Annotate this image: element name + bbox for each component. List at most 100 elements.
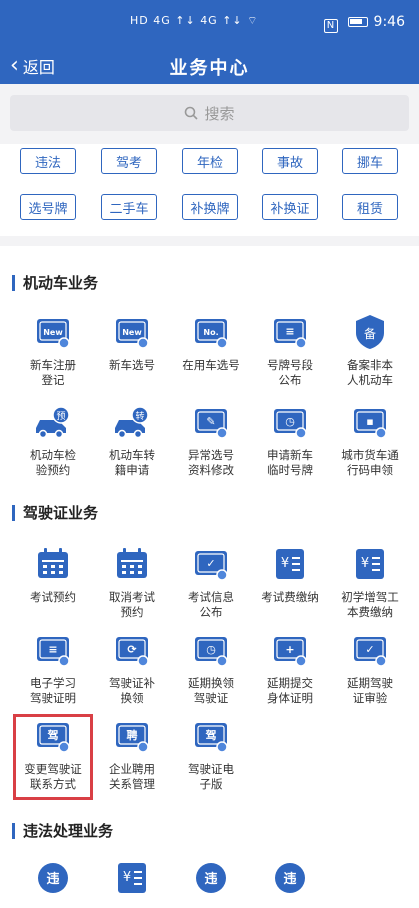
service-item-label: 新车选号 bbox=[109, 358, 155, 372]
network-indicators: HD 4G ↑↓ 4G ↑↓ ⌔ bbox=[130, 14, 259, 27]
fee-icon: ¥ bbox=[276, 549, 304, 579]
svg-text:驾: 驾 bbox=[205, 728, 217, 742]
health-delay-icon: + bbox=[274, 637, 307, 667]
chip-violation[interactable]: 违法 bbox=[20, 148, 76, 174]
employ-icon: 聘 bbox=[116, 723, 149, 753]
divider bbox=[0, 236, 419, 246]
violation-report-icon: 违 bbox=[275, 863, 305, 893]
service-item[interactable]: ▪ 城市货车通 行码申领 bbox=[330, 402, 410, 478]
service-item-label: 申请新车 临时号牌 bbox=[267, 448, 313, 477]
chip-accident[interactable]: 事故 bbox=[262, 148, 318, 174]
svg-text:◷: ◷ bbox=[206, 643, 216, 656]
service-item[interactable]: ≡ 电子学习 驾驶证明 bbox=[13, 630, 93, 706]
chip-select-plate[interactable]: 选号牌 bbox=[20, 194, 76, 220]
chip-replace-plate[interactable]: 补换牌 bbox=[182, 194, 238, 220]
search-input[interactable]: 搜索 bbox=[10, 95, 409, 131]
svg-text:✎: ✎ bbox=[206, 415, 215, 428]
chip-move-car[interactable]: 挪车 bbox=[342, 148, 398, 174]
svg-text:✓: ✓ bbox=[206, 557, 215, 570]
svg-text:违: 违 bbox=[46, 871, 59, 887]
service-item-label: 在用车选号 bbox=[182, 358, 240, 372]
section-title-vehicle: 机动车业务 bbox=[12, 272, 98, 293]
section-title-text: 驾驶证业务 bbox=[23, 504, 99, 522]
service-item[interactable]: 预机动车检 验预约 bbox=[13, 402, 93, 478]
service-item[interactable]: ⟳ 驾驶证补 换领 bbox=[92, 630, 172, 706]
service-item[interactable]: 违 bbox=[13, 858, 93, 904]
service-item[interactable]: ✓ 延期驾驶 证审验 bbox=[330, 630, 410, 706]
service-item[interactable]: New 新车注册 登记 bbox=[13, 312, 93, 388]
no-plate-icon: No. bbox=[195, 319, 228, 349]
chip-used-car[interactable]: 二手车 bbox=[101, 194, 157, 220]
service-item-label: 新车注册 登记 bbox=[30, 358, 76, 387]
e-study-icon: ≡ bbox=[37, 637, 70, 667]
svg-text:▪: ▪ bbox=[366, 415, 373, 428]
service-item-label: 取消考试 预约 bbox=[109, 590, 155, 619]
service-item-label: 延期换领 驾驶证 bbox=[188, 676, 234, 705]
chip-inspection[interactable]: 年检 bbox=[182, 148, 238, 174]
violation-search-icon: 违 bbox=[38, 863, 68, 893]
service-item-label: 考试预约 bbox=[30, 590, 76, 604]
svg-text:≡: ≡ bbox=[48, 643, 57, 656]
service-item[interactable]: ¥ bbox=[92, 858, 172, 904]
service-item[interactable]: ◷ 申请新车 临时号牌 bbox=[250, 402, 330, 478]
service-item-label: 机动车检 验预约 bbox=[30, 448, 76, 477]
service-item-label: 初学增驾工 本费缴纳 bbox=[341, 590, 399, 619]
service-item[interactable]: ¥ 考试费缴纳 bbox=[250, 544, 330, 605]
svg-text:New: New bbox=[122, 328, 142, 337]
svg-text:预: 预 bbox=[56, 411, 65, 422]
license-verify-icon: ✓ bbox=[354, 637, 387, 667]
service-item[interactable]: New 新车选号 bbox=[92, 312, 172, 373]
calendar-icon bbox=[38, 548, 68, 578]
car-check-icon: 预 bbox=[36, 406, 70, 439]
status-right: N 9:46 bbox=[323, 14, 405, 33]
service-item-label: 驾驶证补 换领 bbox=[109, 676, 155, 705]
service-item[interactable]: ≡ 号牌号段 公布 bbox=[250, 312, 330, 388]
svg-text:转: 转 bbox=[135, 410, 144, 422]
svg-text:¥: ¥ bbox=[281, 556, 289, 571]
edit-plate-icon: ✎ bbox=[195, 409, 228, 439]
svg-text:备: 备 bbox=[364, 327, 376, 341]
highlight-box bbox=[13, 714, 93, 800]
service-item[interactable]: ✓ 考试信息 公布 bbox=[171, 544, 251, 620]
violation-handle-icon: 违 bbox=[196, 863, 226, 893]
service-item[interactable]: + 延期提交 身体证明 bbox=[250, 630, 330, 706]
service-item[interactable]: 转机动车转 籍申请 bbox=[92, 402, 172, 478]
service-item[interactable]: ✎ 异常选号 资料修改 bbox=[171, 402, 251, 478]
chip-replace-license[interactable]: 补换证 bbox=[262, 194, 318, 220]
nav-bar: ‹ 返回 业务中心 bbox=[0, 48, 419, 84]
page-title: 业务中心 bbox=[169, 58, 250, 79]
e-license-icon: 驾 bbox=[195, 723, 228, 753]
svg-text:≡: ≡ bbox=[285, 325, 294, 338]
section-title-license: 驾驶证业务 bbox=[12, 502, 98, 523]
service-item[interactable]: 考试预约 bbox=[13, 544, 93, 605]
service-item-label: 延期提交 身体证明 bbox=[267, 676, 313, 705]
service-item[interactable]: 取消考试 预约 bbox=[92, 544, 172, 620]
service-item[interactable]: 驾 驾驶证电 子版 bbox=[171, 716, 251, 792]
service-item[interactable]: ¥ 初学增驾工 本费缴纳 bbox=[330, 544, 410, 620]
license-renew-icon: ⟳ bbox=[116, 637, 149, 667]
section-title-violation: 违法处理业务 bbox=[12, 820, 113, 841]
fine-pay-icon: ¥ bbox=[118, 863, 146, 893]
service-item[interactable]: 备备案非本 人机动车 bbox=[330, 312, 410, 388]
service-item[interactable]: ◷ 延期换领 驾驶证 bbox=[171, 630, 251, 706]
plate-list-icon: ≡ bbox=[274, 319, 307, 349]
license-delay-icon: ◷ bbox=[195, 637, 228, 667]
quick-filter-chips: 违法 驾考 年检 事故 挪车 选号牌 二手车 补换牌 补换证 租赁 bbox=[0, 144, 419, 246]
svg-text:¥: ¥ bbox=[123, 870, 131, 885]
service-item[interactable]: No. 在用车选号 bbox=[171, 312, 251, 373]
service-item[interactable]: 聘 企业聘用 关系管理 bbox=[92, 716, 172, 792]
section-accent-bar bbox=[12, 274, 15, 291]
section-accent-bar bbox=[12, 504, 15, 521]
new-plate-icon: New bbox=[116, 319, 149, 349]
svg-text:违: 违 bbox=[204, 871, 217, 887]
service-item[interactable]: 违 bbox=[171, 858, 251, 904]
fee-list-icon: ¥ bbox=[356, 549, 384, 579]
chip-exam[interactable]: 驾考 bbox=[101, 148, 157, 174]
search-icon bbox=[185, 106, 199, 120]
section-title-text: 违法处理业务 bbox=[23, 822, 114, 840]
nfc-icon: N bbox=[323, 19, 338, 33]
exam-info-icon: ✓ bbox=[195, 551, 228, 581]
service-item[interactable]: 违 bbox=[250, 858, 330, 904]
chip-rental[interactable]: 租赁 bbox=[342, 194, 398, 220]
calendar-icon bbox=[117, 548, 147, 578]
